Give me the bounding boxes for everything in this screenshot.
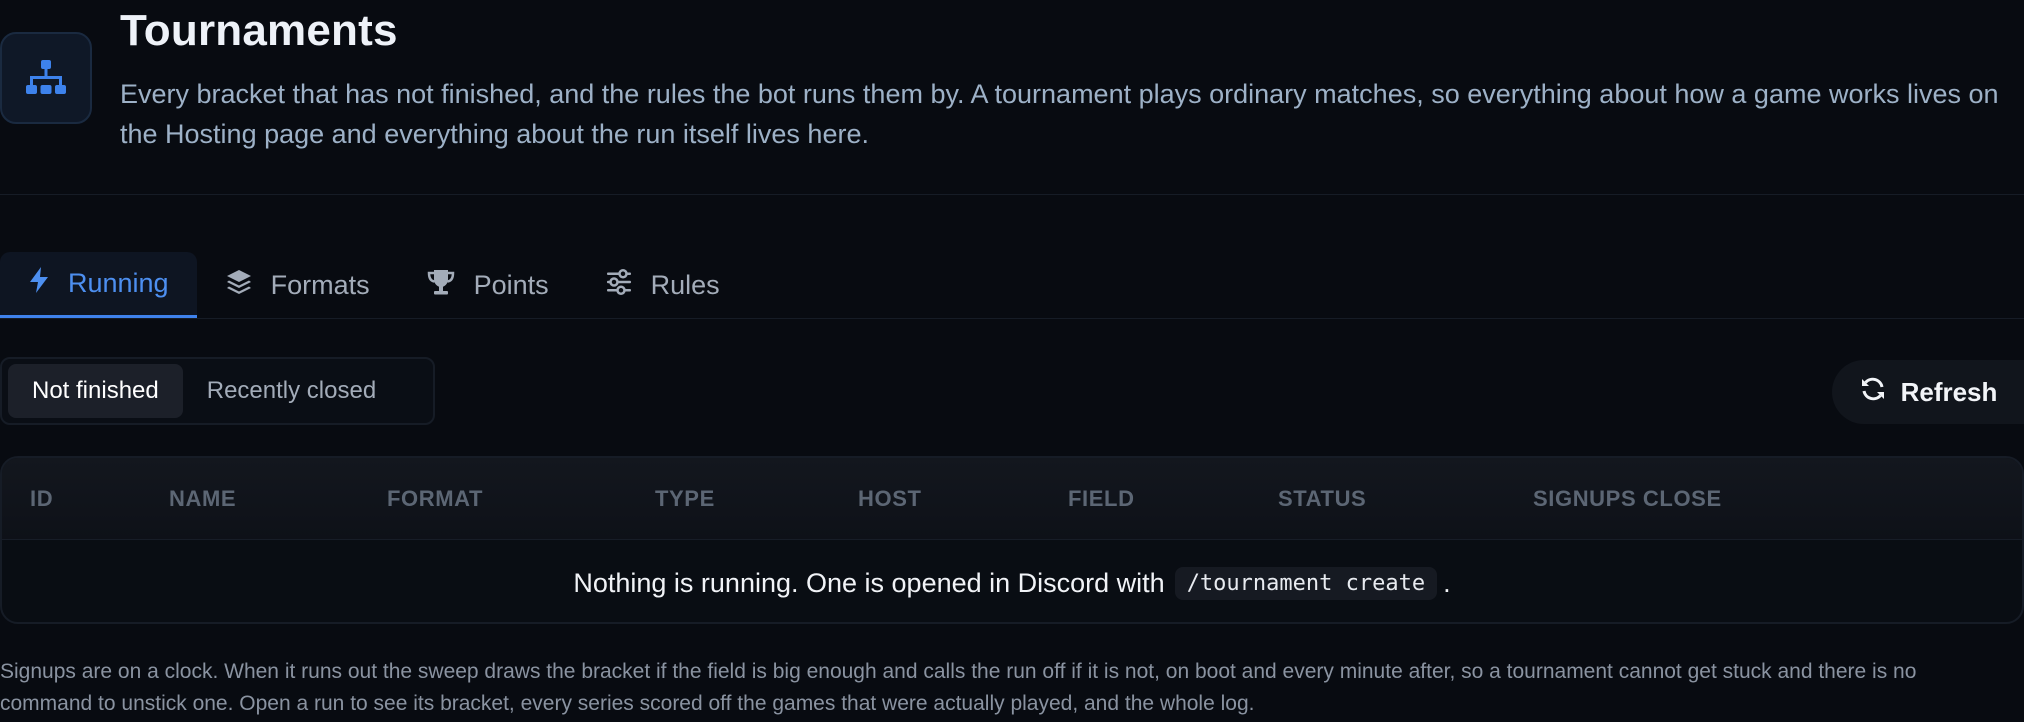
column-header-name[interactable]: NAME: [169, 458, 236, 540]
filter-recently-closed[interactable]: Recently closed: [183, 364, 400, 418]
tournaments-table: ID NAME FORMAT TYPE HOST FIELD STATUS SI…: [0, 456, 2024, 624]
sitemap-icon: [0, 32, 92, 124]
tab-rules[interactable]: Rules: [577, 252, 748, 318]
refresh-button[interactable]: Refresh: [1832, 360, 2024, 424]
tab-bar: Running Formats Points Rules: [0, 252, 748, 318]
tabs-divider: [0, 318, 2024, 319]
empty-state: Nothing is running. One is opened in Dis…: [2, 540, 2022, 622]
column-header-status[interactable]: STATUS: [1278, 458, 1366, 540]
status-filter: Not finished Recently closed: [0, 357, 435, 425]
column-header-type[interactable]: TYPE: [655, 458, 715, 540]
sliders-icon: [605, 268, 633, 303]
tab-label: Running: [68, 268, 169, 298]
column-header-id[interactable]: ID: [30, 458, 53, 540]
footnote: Signups are on a clock. When it runs out…: [0, 660, 1917, 715]
tab-label: Rules: [650, 269, 720, 300]
tab-formats[interactable]: Formats: [197, 252, 398, 318]
tournaments-page: Tournaments Every bracket that has not f…: [0, 0, 2024, 722]
refresh-icon: [1859, 375, 1887, 410]
layers-icon: [225, 268, 253, 303]
column-header-field[interactable]: FIELD: [1068, 458, 1135, 540]
page-title: Tournaments: [120, 6, 398, 55]
tab-label: Points: [473, 269, 549, 300]
command-snippet: /tournament create: [1174, 566, 1438, 600]
tab-label: Formats: [270, 269, 370, 300]
filter-not-finished[interactable]: Not finished: [8, 364, 183, 418]
column-header-signups-close[interactable]: SIGNUPS CLOSE: [1533, 458, 1722, 540]
tab-points[interactable]: Points: [398, 252, 577, 318]
tab-running[interactable]: Running: [0, 252, 197, 318]
header-divider: [0, 194, 2024, 195]
trophy-icon: [426, 268, 456, 303]
empty-state-end: .: [1443, 567, 1451, 598]
column-header-format[interactable]: FORMAT: [387, 458, 483, 540]
bolt-icon: [28, 266, 50, 301]
page-description: Every bracket that has not finished, and…: [120, 79, 1999, 149]
table-header: ID NAME FORMAT TYPE HOST FIELD STATUS SI…: [2, 458, 2022, 540]
column-header-host[interactable]: HOST: [858, 458, 922, 540]
refresh-label: Refresh: [1900, 376, 1998, 407]
empty-state-text: Nothing is running. One is opened in Dis…: [573, 567, 1165, 598]
